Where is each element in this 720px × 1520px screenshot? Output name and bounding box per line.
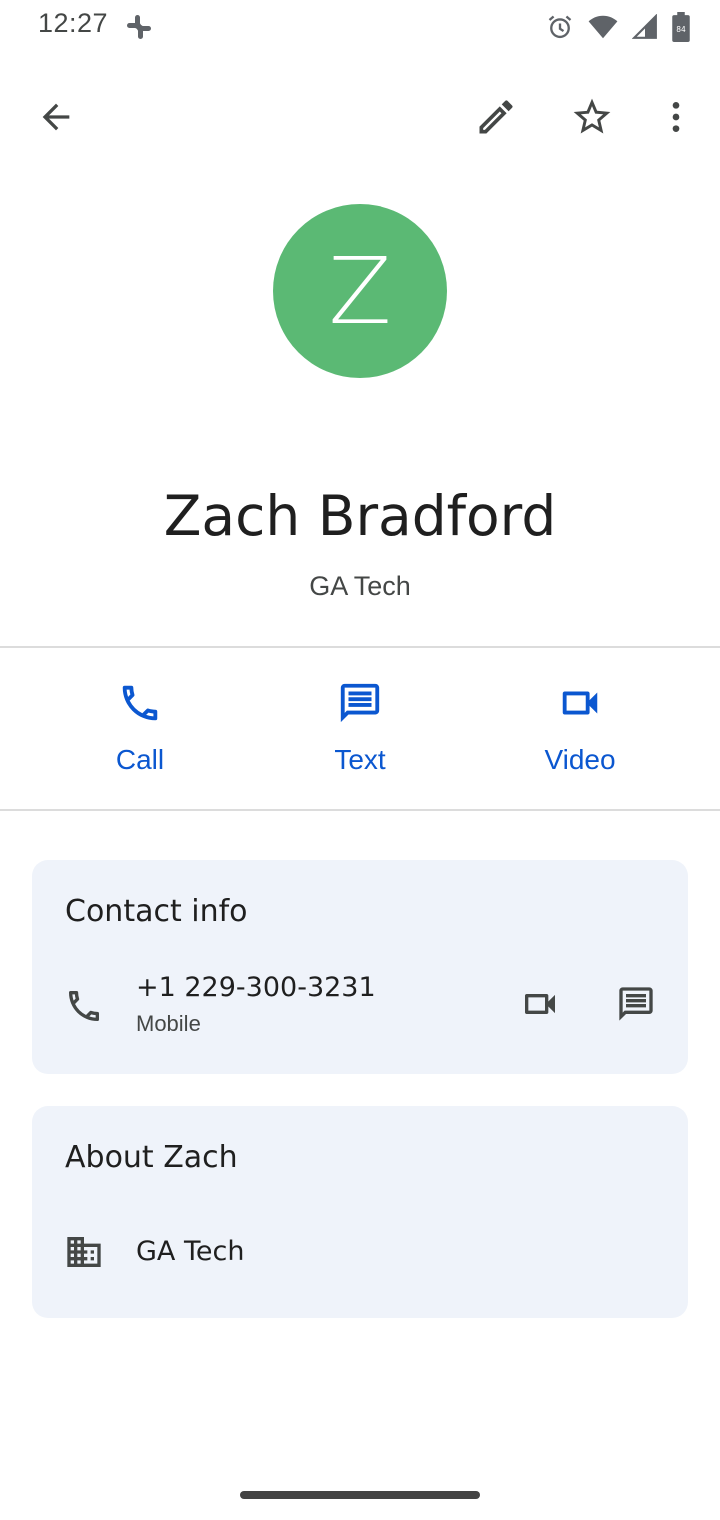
battery-icon: 84: [672, 12, 690, 42]
home-indicator[interactable]: [240, 1491, 480, 1499]
videocam-icon: [557, 672, 603, 734]
message-icon: [337, 672, 383, 734]
avatar: Z: [273, 204, 447, 378]
send-message-button[interactable]: [608, 976, 664, 1032]
call-label: Call: [115, 744, 165, 775]
contact-name: Zach Bradford: [163, 484, 557, 548]
video-action-button[interactable]: Video: [490, 672, 670, 792]
divider: [0, 809, 720, 811]
battery-level: 84: [676, 25, 686, 34]
phone-entry[interactable]: +1 229-300-3231 Mobile: [136, 972, 376, 1037]
status-time: 12:27: [38, 8, 109, 38]
text-label: Text: [334, 744, 386, 775]
status-icons: 84: [546, 10, 690, 44]
avatar-initial: Z: [328, 237, 392, 345]
phone-type: Mobile: [136, 1011, 201, 1036]
about-title: About Zach: [65, 1140, 238, 1175]
edit-button[interactable]: [464, 85, 528, 149]
phone-number: +1 229-300-3231: [136, 972, 376, 1003]
cell-signal-icon: [632, 14, 658, 40]
contact-info-title: Contact info: [65, 894, 248, 929]
wifi-icon: [588, 13, 618, 41]
star-outline-icon: [573, 98, 611, 134]
alarm-icon: [546, 13, 574, 41]
about-company: GA Tech: [136, 1236, 245, 1267]
contact-company: GA Tech: [309, 571, 411, 601]
about-card: About Zach GA Tech: [32, 1106, 688, 1318]
contact-info-card: Contact info +1 229-300-3231 Mobile: [32, 860, 688, 1074]
edit-pencil-icon: [479, 100, 513, 134]
phone-icon: [62, 984, 106, 1028]
videocam-icon: [525, 994, 555, 1014]
phone-icon: [117, 672, 163, 734]
more-vert-icon: [672, 102, 680, 132]
message-icon: [619, 987, 653, 1021]
back-button[interactable]: [24, 85, 88, 149]
divider: [0, 646, 720, 648]
more-options-button[interactable]: [644, 85, 708, 149]
video-call-button[interactable]: [512, 976, 568, 1032]
favorite-button[interactable]: [560, 85, 624, 149]
text-action-button[interactable]: Text: [270, 672, 450, 792]
business-icon: [62, 1230, 106, 1274]
slack-icon: [124, 12, 154, 42]
call-action-button[interactable]: Call: [50, 672, 230, 792]
video-label: Video: [544, 744, 616, 775]
arrow-back-icon: [42, 103, 70, 131]
